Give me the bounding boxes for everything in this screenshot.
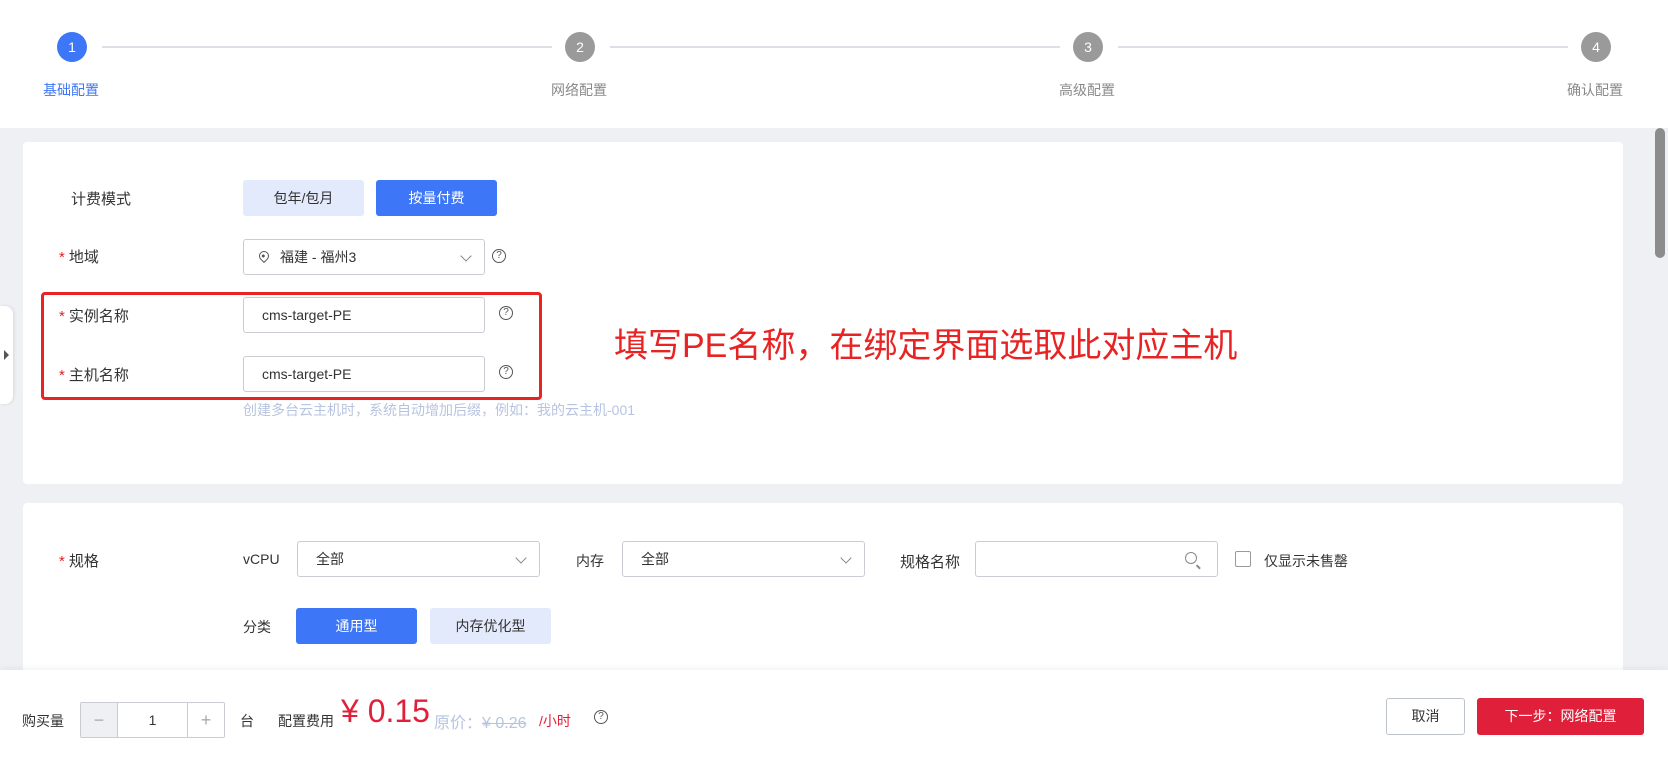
- quantity-unit: 台: [240, 713, 254, 729]
- step-2-label[interactable]: 网络配置: [551, 80, 607, 100]
- step-connector: [610, 46, 1060, 48]
- step-4-number[interactable]: 4: [1581, 32, 1611, 62]
- billing-pay-as-you-go-button[interactable]: 按量付费: [376, 180, 497, 216]
- help-icon[interactable]: ?: [492, 249, 506, 263]
- fee-label: 配置费用: [278, 713, 334, 729]
- spec-name-search-input[interactable]: [975, 541, 1218, 577]
- caret-right-icon: [4, 350, 9, 360]
- help-icon[interactable]: ?: [594, 710, 608, 724]
- billing-yearly-monthly-button[interactable]: 包年/包月: [243, 180, 364, 216]
- scrollbar-thumb[interactable]: [1655, 128, 1665, 258]
- step-4-label[interactable]: 确认配置: [1567, 80, 1623, 100]
- sidebar-expand-tab[interactable]: [0, 306, 13, 404]
- vcpu-label: vCPU: [243, 551, 280, 567]
- vcpu-select[interactable]: 全部: [297, 541, 540, 577]
- price-value: ¥ 0.15: [341, 693, 430, 729]
- spec-label: * 规格: [59, 553, 99, 570]
- increment-button[interactable]: +: [187, 703, 224, 737]
- search-icon: [1185, 552, 1197, 564]
- price-unit: /小时: [539, 713, 571, 729]
- category-general-button[interactable]: 通用型: [296, 608, 417, 644]
- step-3-number[interactable]: 3: [1073, 32, 1103, 62]
- memory-value: 全部: [641, 551, 669, 567]
- only-available-checkbox[interactable]: [1235, 551, 1251, 567]
- billing-mode-label: 计费模式: [71, 191, 132, 208]
- spec-name-label: 规格名称: [900, 554, 961, 571]
- location-pin-icon: [256, 248, 272, 264]
- memory-select[interactable]: 全部: [622, 541, 865, 577]
- step-1-label[interactable]: 基础配置: [43, 80, 99, 100]
- category-memory-optimized-button[interactable]: 内存优化型: [430, 608, 551, 644]
- memory-label: 内存: [576, 553, 604, 569]
- region-label: * 地域: [59, 249, 99, 266]
- quantity-value[interactable]: 1: [118, 703, 187, 737]
- step-connector: [1118, 46, 1568, 48]
- host-name-hint: 创建多台云主机时，系统自动增加后缀，例如：我的云主机-001: [243, 402, 636, 418]
- quantity-stepper[interactable]: − 1 +: [80, 702, 225, 738]
- step-3-label[interactable]: 高级配置: [1059, 80, 1115, 100]
- step-2-number[interactable]: 2: [565, 32, 595, 62]
- category-label: 分类: [243, 619, 271, 635]
- chevron-down-icon: [460, 250, 472, 262]
- highlight-box: [41, 292, 542, 400]
- region-select[interactable]: 福建 - 福州3: [243, 239, 485, 275]
- next-step-button[interactable]: 下一步：网络配置: [1477, 698, 1644, 735]
- chevron-down-icon: [840, 552, 852, 564]
- vcpu-value: 全部: [316, 551, 344, 567]
- only-available-label[interactable]: 仅显示未售罄: [1264, 551, 1348, 571]
- chevron-down-icon: [515, 552, 527, 564]
- steps-bar: 1 基础配置 2 网络配置 3 高级配置 4 确认配置: [0, 0, 1668, 128]
- quantity-label: 购买量: [22, 713, 64, 729]
- decrement-button[interactable]: −: [81, 703, 118, 737]
- step-connector: [102, 46, 552, 48]
- step-1-number[interactable]: 1: [57, 32, 87, 62]
- annotation-text: 填写PE名称，在绑定界面选取此对应主机: [614, 327, 1238, 365]
- cancel-button[interactable]: 取消: [1386, 698, 1465, 735]
- original-price: 原价：¥ 0.26: [434, 715, 527, 732]
- region-value: 福建 - 福州3: [280, 249, 357, 265]
